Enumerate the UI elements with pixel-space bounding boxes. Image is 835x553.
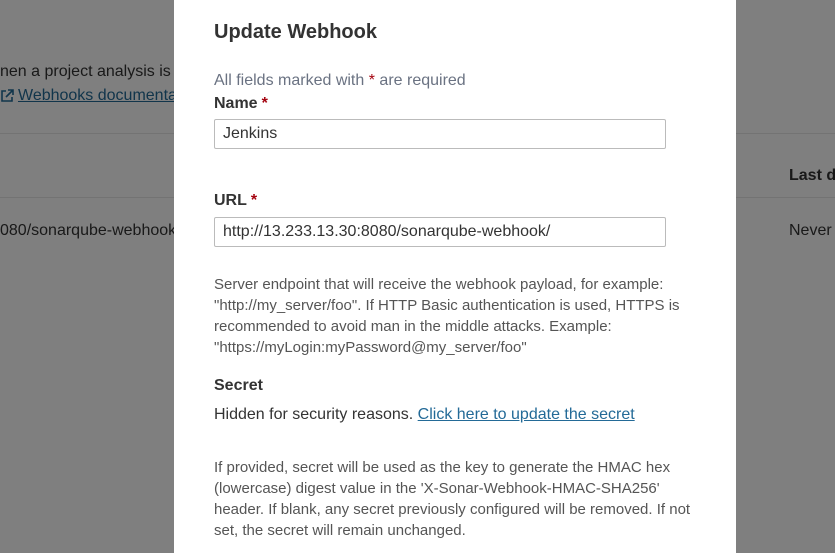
secret-help-line: (lowercase) digest value in the 'X-Sonar… (214, 480, 660, 497)
url-field-label: URL * (214, 192, 257, 210)
secret-help-line: header. If blank, any secret previously … (214, 501, 691, 518)
name-input[interactable] (214, 119, 666, 149)
required-star: * (368, 72, 375, 89)
url-label-text: URL (214, 192, 247, 209)
update-secret-link[interactable]: Click here to update the secret (418, 406, 635, 423)
url-input[interactable] (214, 217, 666, 247)
url-help-text: Server endpoint that will receive the we… (214, 274, 694, 358)
url-help-line: "https://myLogin:myPassword@my_server/fo… (214, 339, 527, 356)
secret-status: Hidden for security reasons. Click here … (214, 406, 635, 424)
name-required-star: * (261, 95, 268, 112)
url-help-line: recommended to avoid man in the middle a… (214, 318, 612, 335)
secret-field-label: Secret (214, 377, 263, 394)
secret-hidden-text: Hidden for security reasons. (214, 406, 414, 423)
update-webhook-modal: Update Webhook All fields marked with * … (174, 0, 736, 553)
required-note-prefix: All fields marked with (214, 72, 365, 89)
url-help-line: Server endpoint that will receive the we… (214, 276, 664, 293)
name-label-text: Name (214, 95, 258, 112)
required-note-suffix: are required (379, 72, 466, 89)
name-field-label: Name * (214, 95, 268, 113)
secret-help-line: If provided, secret will be used as the … (214, 459, 671, 476)
secret-help-line: set, the secret will remain unchanged. (214, 522, 466, 539)
required-fields-note: All fields marked with * are required (214, 72, 466, 90)
modal-title: Update Webhook (214, 21, 377, 43)
url-help-line: "http://my_server/foo". If HTTP Basic au… (214, 297, 680, 314)
secret-help-text: If provided, secret will be used as the … (214, 457, 694, 541)
url-required-star: * (250, 192, 258, 209)
